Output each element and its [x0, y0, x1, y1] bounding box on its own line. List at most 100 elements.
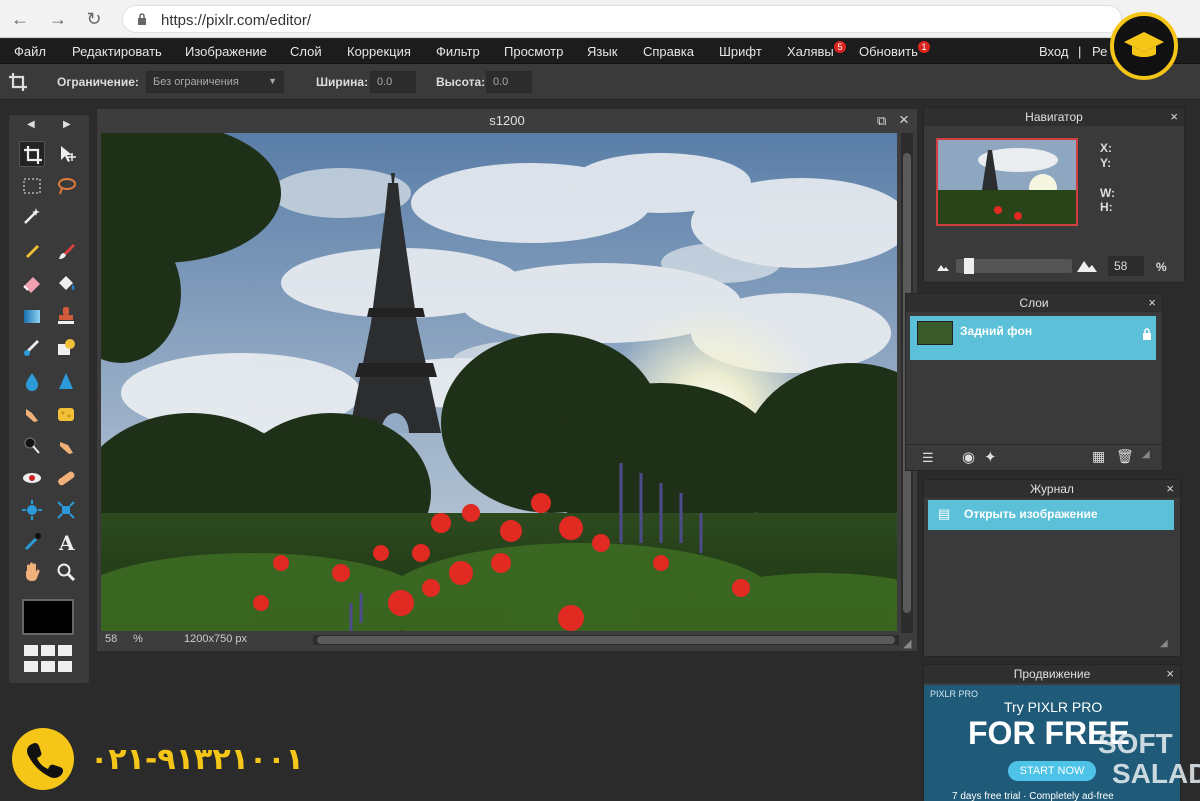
zoom-value[interactable]: 58 [105, 633, 117, 645]
blur-icon[interactable] [19, 369, 45, 395]
watermark-brand-top: SOFT [1098, 728, 1173, 759]
history-close-icon[interactable]: × [1166, 480, 1174, 498]
history-item-label: Открыть изображение [964, 507, 1098, 521]
zoom-out-mountain-icon[interactable] [936, 262, 950, 272]
zoom-slider[interactable] [956, 258, 1072, 274]
navigator-thumbnail[interactable] [936, 138, 1078, 226]
navigator-close-icon[interactable]: × [1170, 108, 1178, 126]
phone-icon [12, 728, 74, 790]
menu-separator: | [1078, 44, 1082, 59]
reload-icon[interactable]: ↻ [84, 9, 104, 29]
brush-icon[interactable] [53, 239, 79, 265]
address-bar[interactable]: https://pixlr.com/editor/ [122, 5, 1122, 33]
menu-font[interactable]: Шрифт [719, 44, 762, 59]
menu-update[interactable]: Обновить [859, 44, 918, 59]
forward-icon[interactable]: → [48, 9, 68, 29]
color-swatch[interactable] [22, 599, 74, 635]
resize-grip-icon[interactable]: ◢ [903, 637, 911, 650]
eraser-icon[interactable] [19, 271, 45, 297]
paint-bucket-icon[interactable] [53, 271, 79, 297]
document-icon: ▤ [938, 506, 951, 521]
spot-heal-icon[interactable] [53, 465, 79, 491]
close-icon[interactable]: × [899, 110, 909, 130]
canvas-image[interactable] [101, 133, 897, 631]
menu-image[interactable]: Изображение [185, 44, 267, 59]
watermark-brand-bottom: SALAD [1112, 758, 1200, 789]
menu-language[interactable]: Язык [587, 44, 617, 59]
menu-filter[interactable]: Фильтр [436, 44, 480, 59]
collapse-left-icon[interactable]: ◀ [27, 119, 35, 130]
bloat-icon[interactable] [19, 497, 45, 523]
history-item[interactable]: ▤ Открыть изображение [928, 500, 1174, 530]
constraint-value: Без ограничения [153, 76, 239, 88]
color-picker-icon[interactable] [19, 529, 45, 555]
history-title: Журнал [924, 480, 1180, 498]
dodge-icon[interactable] [19, 433, 45, 459]
menu-layer[interactable]: Слой [290, 44, 322, 59]
layers-footer: ☰ ◉ ✦ ▦ 🗑 ◢ [906, 444, 1162, 470]
layers-title: Слои [906, 294, 1162, 312]
start-now-button[interactable]: START NOW [1008, 761, 1096, 781]
layer-name: Задний фон [960, 324, 1033, 338]
login-link[interactable]: Вход [1039, 44, 1068, 59]
promo-close-icon[interactable]: × [1166, 665, 1174, 683]
menu-edit[interactable]: Редактировать [72, 44, 162, 59]
back-icon[interactable]: ← [10, 9, 30, 29]
status-bar: 58 % 1200x750 px [101, 631, 901, 649]
zoom-slider-thumb[interactable] [964, 258, 974, 274]
menu-file[interactable]: Файл [14, 44, 46, 59]
pinch-icon[interactable] [53, 497, 79, 523]
new-layer-icon[interactable]: ▦ [1092, 448, 1105, 465]
register-link[interactable]: Ре [1092, 44, 1107, 59]
navigator-zoom-input[interactable]: 58 [1108, 256, 1144, 276]
url-text: https://pixlr.com/editor/ [161, 12, 312, 29]
layer-row[interactable]: Задний фон [910, 316, 1156, 360]
sponge-icon[interactable] [53, 401, 79, 427]
menu-freebies[interactable]: Халявы [787, 44, 834, 59]
move-tool-icon[interactable] [53, 141, 79, 167]
options-bar: Ограничение: Без ограничения ▼ Ширина: 0… [0, 64, 1200, 100]
view-grid-icon[interactable] [22, 643, 74, 675]
menu-view[interactable]: Просмотр [504, 44, 563, 59]
color-replace-icon[interactable] [19, 335, 45, 361]
lock-icon[interactable] [1142, 328, 1152, 340]
toolbox: ◀ ▶ A [8, 114, 90, 684]
navigator-zoom-unit: % [1156, 260, 1167, 274]
clone-stamp-icon[interactable] [53, 303, 79, 329]
layers-close-icon[interactable]: × [1148, 294, 1156, 312]
document-title: s1200 [489, 113, 525, 128]
layer-styles-icon[interactable]: ✦ [984, 448, 997, 466]
resize-grip-icon[interactable]: ◢ [1160, 638, 1168, 649]
red-eye-icon[interactable] [19, 465, 45, 491]
drawing-tool-icon[interactable] [53, 335, 79, 361]
navigator-panel: Навигатор × X: Y: W: H: 58 % [923, 107, 1185, 283]
lock-icon [138, 13, 146, 25]
crop-tool-icon[interactable] [19, 141, 45, 167]
zoom-in-mountain-icon[interactable] [1076, 259, 1098, 273]
zoom-icon[interactable] [53, 559, 79, 585]
menu-adjustment[interactable]: Коррекция [347, 44, 411, 59]
gradient-icon[interactable] [19, 303, 45, 329]
expand-right-icon[interactable]: ▶ [63, 119, 71, 130]
menu-help[interactable]: Справка [643, 44, 694, 59]
magic-wand-icon[interactable] [19, 203, 45, 229]
sharpen-icon[interactable] [53, 369, 79, 395]
layer-settings-icon[interactable]: ☰ [922, 450, 934, 466]
zoom-unit: % [133, 633, 143, 645]
height-input[interactable]: 0.0 [486, 71, 532, 93]
chevron-down-icon: ▼ [268, 76, 277, 86]
burn-icon[interactable] [53, 433, 79, 459]
smudge-icon[interactable] [19, 401, 45, 427]
restore-window-icon[interactable]: ⧉ [877, 113, 886, 129]
layer-mask-icon[interactable]: ◉ [962, 448, 975, 466]
constraint-select[interactable]: Без ограничения ▼ [146, 71, 284, 93]
horizontal-scrollbar[interactable] [313, 635, 899, 645]
resize-grip-icon[interactable]: ◢ [1142, 449, 1150, 460]
type-icon[interactable]: A [53, 529, 79, 555]
lasso-tool-icon[interactable] [53, 173, 79, 199]
width-input[interactable]: 0.0 [370, 71, 416, 93]
marquee-tool-icon[interactable] [19, 173, 45, 199]
pencil-icon[interactable] [19, 239, 45, 265]
hand-icon[interactable] [19, 559, 45, 585]
trash-icon[interactable]: 🗑 [1116, 448, 1134, 465]
